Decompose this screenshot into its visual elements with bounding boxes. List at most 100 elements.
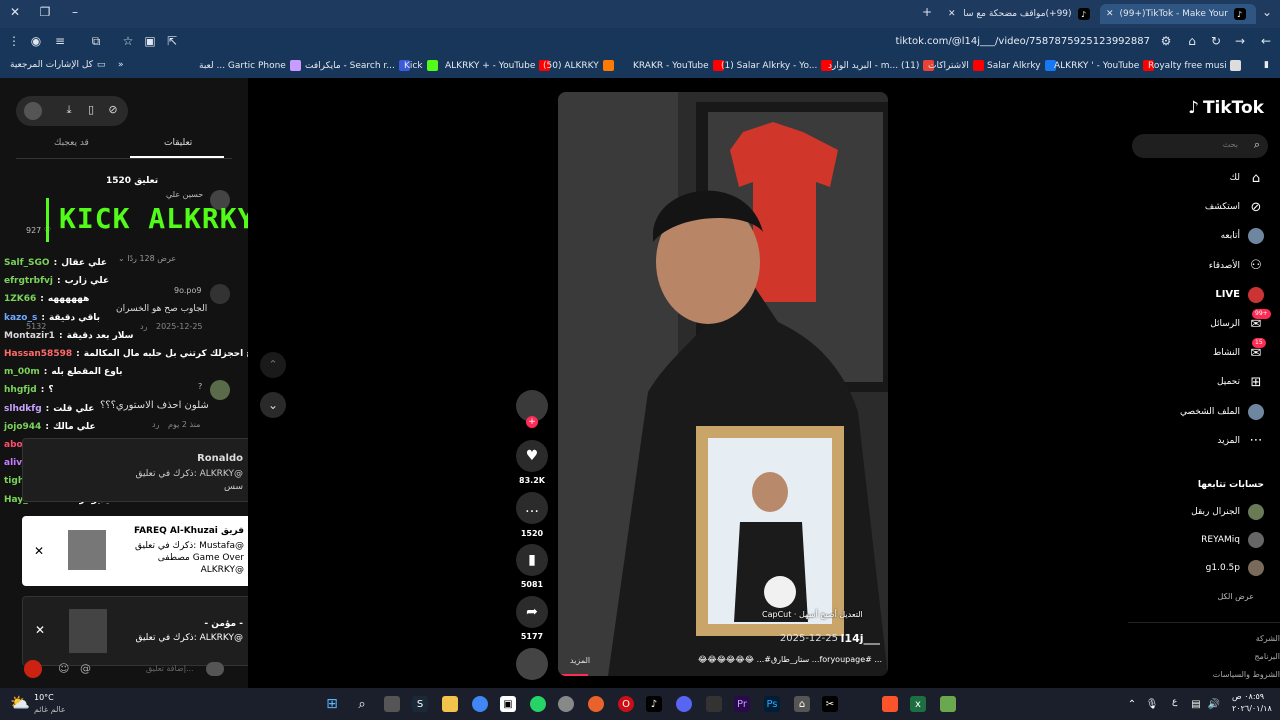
- bookmark-krakr[interactable]: KRAKR - YouTube: [633, 60, 724, 71]
- back-icon[interactable]: ←: [1258, 34, 1274, 48]
- tiktok-icon[interactable]: ♪: [646, 696, 662, 712]
- photoshop-icon[interactable]: Ps: [764, 696, 780, 712]
- windows-start-icon[interactable]: ⊞: [324, 696, 340, 712]
- sidebar-item-1[interactable]: لك ⌂: [1230, 170, 1264, 186]
- following-account[interactable]: g1.0.5p: [1206, 560, 1264, 576]
- bookmark-subs[interactable]: الاشتراكات: [928, 60, 984, 71]
- video-player[interactable]: CapCut · التعديل أصبح أسهل l14j___ 2025-…: [558, 92, 888, 676]
- tab-you-may-like[interactable]: قد يعجبك: [54, 138, 89, 148]
- close-window-icon[interactable]: ✕: [6, 5, 24, 19]
- following-account[interactable]: REYAMiq: [1201, 532, 1264, 548]
- weather-icon[interactable]: ⛅: [10, 693, 32, 715]
- extension-icon[interactable]: ≡: [52, 34, 68, 48]
- sidebar-item-3[interactable]: أتابعه: [1221, 228, 1264, 245]
- tiktok-logo[interactable]: ♪ TikTok: [1188, 98, 1264, 118]
- bookmark-kick[interactable]: Kick: [404, 60, 438, 71]
- brave-icon[interactable]: [882, 696, 898, 712]
- opera-icon[interactable]: O: [618, 696, 634, 712]
- close-tab-icon[interactable]: ✕: [948, 9, 956, 19]
- next-video-button[interactable]: ⌄: [260, 392, 286, 418]
- comment-author[interactable]: ?: [198, 382, 202, 391]
- bookmark-salar-yt[interactable]: (1) Salar Alkrky - Yo...: [721, 60, 833, 71]
- share-button[interactable]: ➦: [516, 596, 548, 628]
- chat-username[interactable]: jojo944: [4, 422, 41, 432]
- avatar-icon[interactable]: [24, 102, 42, 120]
- bookmark-alkrky-50[interactable]: (50) ALKRKY: [543, 60, 614, 71]
- chat-username[interactable]: Salf_SGO: [4, 258, 50, 268]
- chat-username[interactable]: hhgfjd: [4, 385, 37, 395]
- sidebar-item-10[interactable]: المزيد ⋯: [1217, 433, 1264, 449]
- weather-text[interactable]: عالم غائم: [34, 705, 66, 714]
- site-settings-icon[interactable]: ⚙: [1158, 34, 1174, 48]
- tray-overflow-icon[interactable]: ⌃: [1124, 696, 1140, 712]
- phone-icon[interactable]: ▯: [84, 103, 98, 116]
- close-icon[interactable]: ✕: [35, 623, 45, 637]
- clock-date[interactable]: ٢٠٢٦/٠١/١٨: [1232, 704, 1272, 713]
- sidebar-item-8[interactable]: تحميل ⊞: [1217, 374, 1264, 390]
- home-icon[interactable]: ⌂: [1184, 34, 1200, 48]
- view-replies-link[interactable]: ⌄ عرض 128 ردًا: [118, 254, 176, 263]
- add-comment-input[interactable]: إضافة تعليق...: [146, 664, 194, 673]
- comment-button[interactable]: …: [516, 492, 548, 524]
- sidebar-item-6[interactable]: الرسائل ✉ 99+: [1210, 309, 1271, 332]
- sound-avatar[interactable]: [516, 648, 548, 680]
- bookmark-alkrky-yt[interactable]: ALKRKY ' - YouTube: [1054, 60, 1155, 71]
- extensions-puzzle-icon[interactable]: ⧉: [88, 34, 104, 49]
- tab-comments[interactable]: تعليقات: [164, 138, 192, 148]
- sidebar-item-5[interactable]: LIVE: [1215, 286, 1264, 303]
- minecraft-icon[interactable]: [940, 696, 956, 712]
- more-link[interactable]: المزيد: [570, 656, 590, 665]
- tab-search-icon[interactable]: ⌄: [1258, 5, 1276, 19]
- chat-username[interactable]: Montazir1: [4, 331, 55, 341]
- avatar[interactable]: [210, 380, 230, 400]
- following-account[interactable]: الجنرال ربقل: [1191, 504, 1264, 520]
- footer-link[interactable]: الشروط والسياسات: [1213, 670, 1280, 679]
- bookmark-star-icon[interactable]: ☆: [120, 34, 136, 48]
- picture-in-picture-icon[interactable]: ▣: [142, 34, 158, 48]
- volume-icon[interactable]: 🔊: [1206, 696, 1222, 712]
- footer-link[interactable]: البرنامج: [1254, 652, 1280, 661]
- app-icon[interactable]: [706, 696, 722, 712]
- forward-icon[interactable]: →: [1232, 34, 1248, 48]
- obs-icon[interactable]: [558, 696, 574, 712]
- like-button[interactable]: ♥: [516, 440, 548, 472]
- profile-icon[interactable]: ◉: [28, 34, 44, 48]
- video-author[interactable]: l14j___: [841, 632, 880, 645]
- bookmark-alkrky-plus[interactable]: ALKRKY + - YouTube: [445, 60, 551, 71]
- bookmark-inbox[interactable]: البريد الوارد - m... (11): [828, 60, 935, 71]
- bookmarks-overflow-icon[interactable]: »: [118, 60, 124, 70]
- save-button[interactable]: ▮: [516, 544, 548, 576]
- share-icon[interactable]: ⇱: [164, 34, 180, 48]
- all-bookmarks[interactable]: كل الإشارات المرجعية ▭: [10, 60, 105, 70]
- bookmarks-end-icon[interactable]: ▮: [1264, 60, 1269, 70]
- restore-window-icon[interactable]: ❐: [36, 5, 54, 19]
- mention-icon[interactable]: @: [80, 662, 91, 675]
- emoji-icon[interactable]: ☺: [58, 662, 69, 675]
- discord-icon[interactable]: [676, 696, 692, 712]
- close-icon[interactable]: ✕: [34, 544, 44, 558]
- sidebar-item-9[interactable]: الملف الشخصي: [1180, 403, 1264, 420]
- chat-username[interactable]: Hassan58598: [4, 349, 72, 359]
- search-input[interactable]: بحث ⌕: [1132, 134, 1268, 158]
- chat-username[interactable]: 1ZK66: [4, 294, 36, 304]
- capcut-label[interactable]: CapCut · التعديل أصبح أسهل: [762, 610, 863, 619]
- firefox-icon[interactable]: [588, 696, 604, 712]
- search-icon[interactable]: ⌕: [354, 696, 370, 712]
- chat-username[interactable]: m_00m: [4, 367, 40, 377]
- sidebar-item-2[interactable]: استكشف ⊘: [1205, 199, 1264, 215]
- sidebar-item-4[interactable]: الأصدقاء ⚇: [1209, 258, 1264, 274]
- progress-bar-fill[interactable]: [558, 674, 588, 676]
- steam-icon[interactable]: S: [412, 696, 428, 712]
- premiere-icon[interactable]: Pr: [734, 696, 750, 712]
- reply-link[interactable]: رد: [152, 420, 159, 429]
- tab-1[interactable]: ✕ (99+)TikTok - Make Your Day ♪: [1100, 4, 1256, 24]
- download-icon[interactable]: ⤓: [62, 103, 76, 117]
- capcut-icon[interactable]: ✂: [822, 696, 838, 712]
- avatar[interactable]: [210, 284, 230, 304]
- network-icon[interactable]: ▤: [1188, 696, 1204, 712]
- show-all-link[interactable]: عرض الكل: [1217, 592, 1254, 601]
- footer-link[interactable]: الشركة: [1256, 634, 1280, 643]
- url-field[interactable]: tiktok.com/@l14j___/video/75878759251239…: [880, 36, 1150, 47]
- chrome-icon[interactable]: [472, 696, 488, 712]
- chat-username[interactable]: kazo_s: [4, 313, 37, 323]
